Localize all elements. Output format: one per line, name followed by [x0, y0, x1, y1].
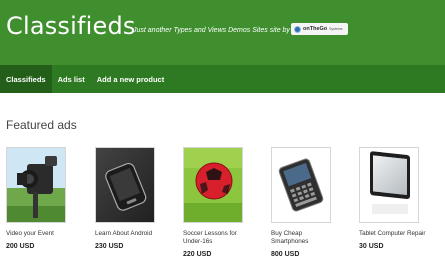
- ad-card[interactable]: Soccer Lessons for Under-16s 220 USD: [183, 147, 243, 258]
- ad-title[interactable]: Video your Event: [6, 230, 76, 238]
- nav-item-classifieds[interactable]: Classifieds: [0, 65, 52, 93]
- site-tagline: Just another Types and Views Demos Sites…: [133, 27, 290, 34]
- ad-image[interactable]: [95, 147, 155, 223]
- brand-logo[interactable]: onTheGo Systems: [291, 23, 348, 35]
- ad-title[interactable]: Buy Cheap Smartphones: [271, 230, 341, 246]
- ad-price: 800 USD: [271, 251, 300, 258]
- ad-image[interactable]: [271, 147, 331, 223]
- ad-price: 220 USD: [183, 251, 212, 258]
- brand-logo-name: onTheGo: [303, 26, 328, 32]
- ad-card[interactable]: Tablet Computer Repair 30 USD: [359, 147, 426, 250]
- soccer-ball-icon: [184, 148, 242, 222]
- brand-logo-icon: [294, 25, 301, 33]
- brand-logo-sub: Systems: [329, 27, 343, 31]
- ad-price: 200 USD: [6, 243, 35, 250]
- ad-image[interactable]: [183, 147, 243, 223]
- site-title[interactable]: Classifieds: [6, 12, 136, 40]
- camcorder-icon: [7, 148, 65, 222]
- ad-card[interactable]: Buy Cheap Smartphones 800 USD: [271, 147, 331, 258]
- ad-price: 230 USD: [95, 243, 124, 250]
- ad-image[interactable]: [6, 147, 66, 223]
- ad-title[interactable]: Soccer Lessons for Under-16s: [183, 230, 253, 246]
- ad-card[interactable]: Video your Event 200 USD: [6, 147, 66, 250]
- ad-title[interactable]: Learn About Android: [95, 230, 165, 238]
- nav-item-ads-list[interactable]: Ads list: [52, 65, 91, 93]
- ad-card[interactable]: Learn About Android 230 USD: [95, 147, 155, 250]
- featured-ads-heading: Featured ads: [6, 118, 77, 132]
- ad-title[interactable]: Tablet Computer Repair: [359, 230, 429, 238]
- smartphone-icon: [96, 148, 154, 222]
- tablet-icon: [360, 148, 418, 222]
- main-nav: Classifieds Ads list Add a new product: [0, 65, 445, 93]
- nav-item-add-product[interactable]: Add a new product: [91, 65, 171, 93]
- site-header: Classifieds Just another Types and Views…: [0, 0, 445, 65]
- ad-price: 30 USD: [359, 243, 384, 250]
- keyboard-phone-icon: [272, 148, 330, 222]
- ad-image[interactable]: [359, 147, 419, 223]
